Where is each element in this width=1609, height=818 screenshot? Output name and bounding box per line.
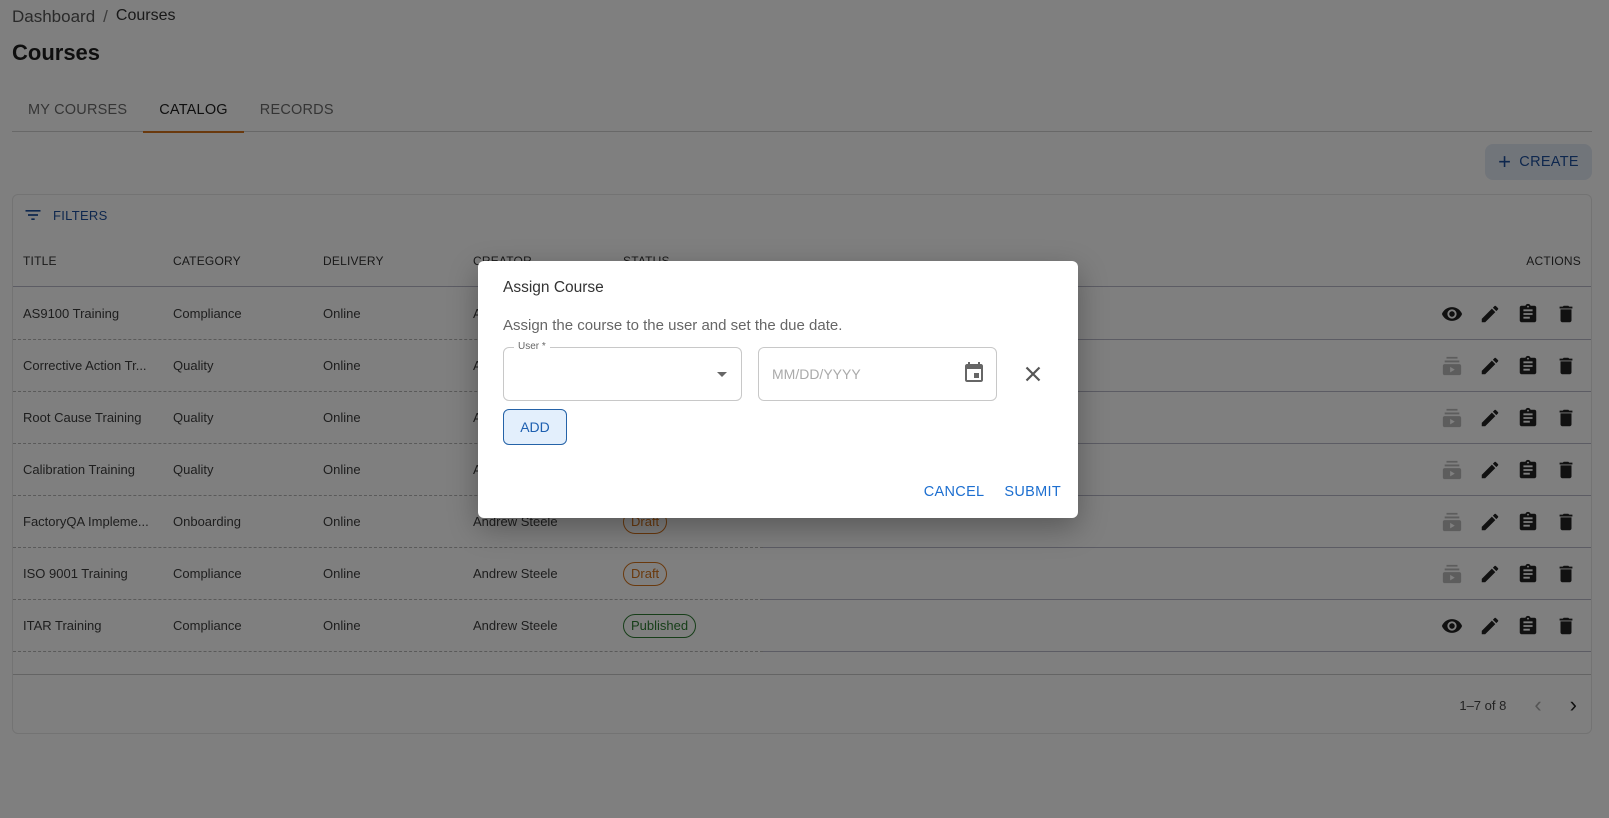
assign-course-dialog: Assign Course Assign the course to the u…: [478, 261, 1078, 518]
calendar-icon[interactable]: [962, 361, 986, 385]
add-button[interactable]: ADD: [503, 409, 567, 445]
cancel-button[interactable]: CANCEL: [924, 484, 985, 500]
dialog-description: Assign the course to the user and set th…: [503, 317, 843, 334]
submit-button[interactable]: SUBMIT: [1004, 484, 1061, 500]
due-date-field: [758, 347, 997, 401]
user-select[interactable]: User *: [503, 341, 742, 401]
due-date-input[interactable]: [772, 348, 952, 400]
dropdown-arrow-icon: [717, 372, 727, 377]
dialog-actions: CANCEL SUBMIT: [924, 484, 1061, 500]
user-select-label: User *: [514, 341, 550, 352]
dialog-title: Assign Course: [503, 279, 604, 296]
close-icon: [1025, 366, 1041, 382]
remove-assignment-button[interactable]: [1020, 361, 1046, 387]
